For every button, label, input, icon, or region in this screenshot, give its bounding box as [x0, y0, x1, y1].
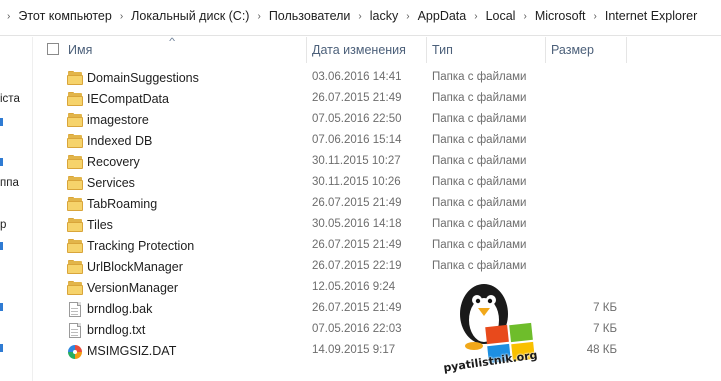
breadcrumb-item[interactable]: Local — [484, 9, 518, 23]
file-date-modified: 26.07.2015 21:49 — [312, 92, 402, 104]
file-type: Папка с файлами — [432, 134, 527, 146]
file-name: Tiles — [87, 218, 113, 232]
file-type: Папка с файлами — [432, 113, 527, 125]
file-date-modified: 30.11.2015 10:26 — [312, 176, 401, 188]
file-type: Папка с файлами — [432, 197, 527, 209]
breadcrumb-item[interactable]: Internet Explorer — [603, 9, 699, 23]
file-date-modified: 26.07.2015 21:49 — [312, 197, 402, 209]
folder-icon — [67, 71, 83, 86]
file-icon — [67, 302, 83, 317]
file-name: brndlog.bak — [87, 302, 153, 316]
column-header-name-label: Имя — [68, 43, 93, 57]
file-date-modified: 26.07.2015 21:49 — [312, 239, 402, 251]
folder-icon — [67, 134, 83, 149]
file-row[interactable]: DomainSuggestions 03.06.2016 14:41 Папка с… — [0, 68, 721, 89]
file-size: 7 КБ — [593, 323, 617, 335]
file-name: Services — [87, 176, 135, 190]
file-name: Indexed DB — [87, 134, 153, 148]
dat-file-icon — [67, 344, 83, 359]
folder-icon — [67, 281, 83, 296]
folder-icon — [67, 92, 83, 107]
file-date-modified: 12.05.2016 9:24 — [312, 281, 396, 293]
column-header-date[interactable]: Дата изменения — [307, 37, 426, 63]
file-row[interactable]: brndlog.bak 26.07.2015 21:49 7 КБ — [0, 299, 721, 320]
breadcrumb-item[interactable]: Этот компьютер — [16, 9, 113, 23]
chevron-right-icon[interactable]: › — [0, 11, 16, 22]
file-row[interactable]: UrlBlockManager 26.07.2015 22:19 Папка с ф… — [0, 257, 721, 278]
file-row[interactable]: imagestore 07.05.2016 22:50 Папка с файлам… — [0, 110, 721, 131]
file-type: Папка с файлами — [432, 92, 527, 104]
breadcrumb: › Этот компьютер › Локальный диск (C:) › Поль… — [0, 9, 699, 23]
column-header-name[interactable]: Имя — [66, 37, 306, 63]
chevron-right-icon[interactable]: › — [352, 11, 367, 22]
file-date-modified: 14.09.2015 9:17 — [312, 344, 396, 356]
chevron-right-icon[interactable]: › — [114, 11, 129, 22]
file-date-modified: 26.07.2015 21:49 — [312, 302, 402, 314]
file-type: Папка с файлами — [432, 71, 527, 83]
file-type: Папка с файлами — [432, 176, 527, 188]
column-header-size[interactable]: Размер — [546, 37, 626, 63]
folder-icon — [67, 239, 83, 254]
column-header-type[interactable]: Тип — [427, 37, 545, 63]
file-name: Tracking Protection — [87, 239, 195, 253]
file-name: DomainSuggestions — [87, 71, 199, 85]
file-icon — [67, 323, 83, 338]
file-date-modified: 07.05.2016 22:03 — [312, 323, 402, 335]
file-type: Папка с файлами — [432, 218, 527, 230]
breadcrumb-item[interactable]: AppData — [416, 9, 469, 23]
breadcrumb-item[interactable]: Microsoft — [533, 9, 588, 23]
chevron-right-icon[interactable]: › — [400, 11, 415, 22]
chevron-right-icon[interactable]: › — [517, 11, 532, 22]
file-name: VersionManager — [87, 281, 179, 295]
chevron-right-icon[interactable]: › — [468, 11, 483, 22]
file-row[interactable]: Services 30.11.2015 10:26 Папка с файлами — [0, 173, 721, 194]
file-name: UrlBlockManager — [87, 260, 183, 274]
file-row[interactable]: TabRoaming 26.07.2015 21:49 Папка с файлам… — [0, 194, 721, 215]
file-date-modified: 26.07.2015 22:19 — [312, 260, 402, 272]
chevron-right-icon[interactable]: › — [588, 11, 603, 22]
column-header-date-label: Дата изменения — [312, 43, 406, 57]
address-bar[interactable]: › Этот компьютер › Локальный диск (C:) › Поль… — [0, 0, 721, 36]
chevron-right-icon[interactable]: › — [251, 11, 266, 22]
file-date-modified: 03.06.2016 14:41 — [312, 71, 402, 83]
breadcrumb-item[interactable]: Пользователи — [267, 9, 353, 23]
file-row[interactable]: Indexed DB 07.06.2016 15:14 Папка с файлам… — [0, 131, 721, 152]
folder-icon — [67, 113, 83, 128]
file-size: 48 КБ — [586, 344, 617, 356]
file-name: IECompatData — [87, 92, 169, 106]
file-type: Папка с файлами — [432, 260, 527, 272]
file-row[interactable]: brndlog.txt 07.05.2016 22:03 7 КБ — [0, 320, 721, 341]
folder-icon — [67, 155, 83, 170]
file-name: Recovery — [87, 155, 140, 169]
column-header-size-label: Размер — [551, 43, 594, 57]
file-type: Папка с файлами — [432, 239, 527, 251]
file-row[interactable]: VersionManager 12.05.2016 9:24 — [0, 278, 721, 299]
column-header-type-label: Тип — [432, 43, 453, 57]
file-row[interactable]: Recovery 30.11.2015 10:27 Папка с файлами — [0, 152, 721, 173]
folder-icon — [67, 176, 83, 191]
file-date-modified: 30.11.2015 10:27 — [312, 155, 401, 167]
file-row[interactable]: Tracking Protection 26.07.2015 21:49 Папка… — [0, 236, 721, 257]
file-row[interactable]: MSIMGSIZ.DAT 14.09.2015 9:17 48 КБ — [0, 341, 721, 362]
file-name: MSIMGSIZ.DAT — [87, 344, 177, 358]
folder-icon — [67, 260, 83, 275]
file-name: imagestore — [87, 113, 149, 127]
file-name: TabRoaming — [87, 197, 158, 211]
file-row[interactable]: Tiles 30.05.2016 14:18 Папка с файлами — [0, 215, 721, 236]
file-date-modified: 07.05.2016 22:50 — [312, 113, 402, 125]
folder-icon — [67, 218, 83, 233]
folder-icon — [67, 197, 83, 212]
file-size: 7 КБ — [593, 302, 617, 314]
select-all-checkbox[interactable] — [47, 43, 59, 55]
file-type: Папка с файлами — [432, 155, 527, 167]
file-row[interactable]: IECompatData 26.07.2015 21:49 Папка с файл… — [0, 89, 721, 110]
column-divider[interactable] — [626, 37, 627, 63]
breadcrumb-item[interactable]: Локальный диск (C:) — [129, 9, 251, 23]
breadcrumb-item[interactable]: lacky — [368, 9, 400, 23]
file-date-modified: 30.05.2016 14:18 — [312, 218, 402, 230]
file-date-modified: 07.06.2016 15:14 — [312, 134, 402, 146]
file-name: brndlog.txt — [87, 323, 146, 337]
